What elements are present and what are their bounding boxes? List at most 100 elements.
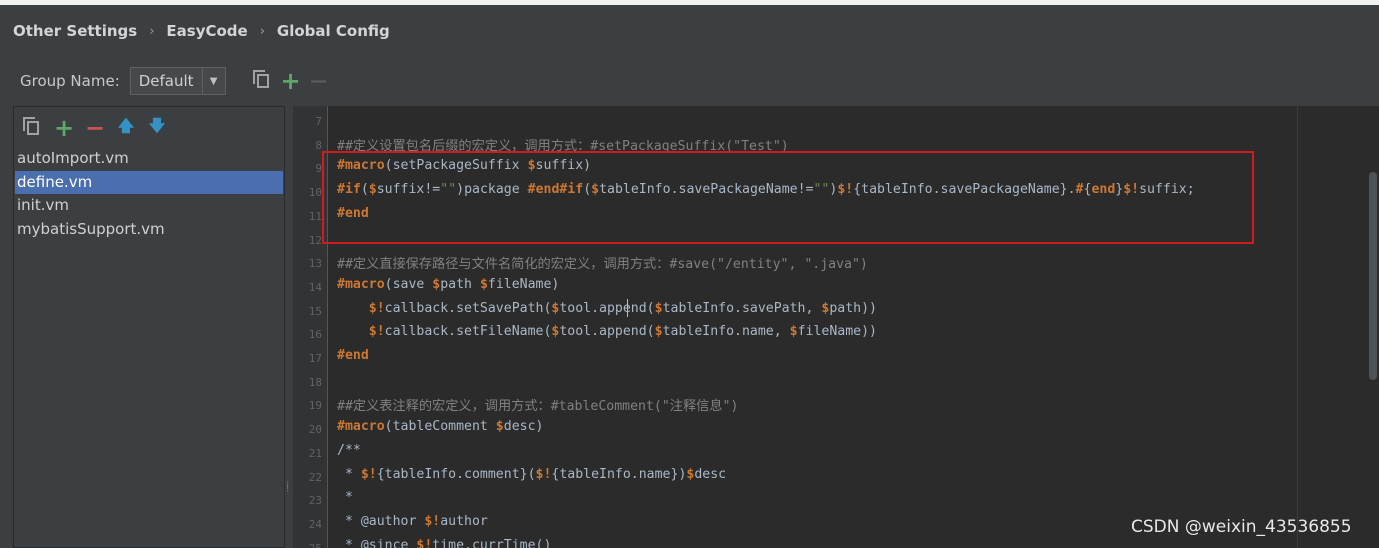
code-token: fileName)	[487, 276, 560, 292]
code-line[interactable]: #end	[337, 348, 369, 363]
template-file-panel: + − 🡅 🡇 autoImport.vm define.vm init.vm …	[13, 106, 285, 548]
line-number: 22	[308, 470, 322, 484]
code-token: *	[337, 490, 353, 506]
code-token: {tableInfo.comment}(	[376, 466, 536, 482]
copy-group-button[interactable]	[252, 70, 274, 92]
text-caret	[627, 299, 628, 317]
file-item-autoimport[interactable]: autoImport.vm	[15, 147, 283, 171]
top-window-strip	[0, 0, 1379, 5]
code-line[interactable]: * $!{tableInfo.comment}($!{tableInfo.nam…	[337, 467, 726, 482]
line-number: 24	[308, 517, 322, 531]
line-number: 15	[308, 304, 322, 318]
code-token: $	[654, 324, 663, 340]
file-toolbar: + − 🡅 🡇	[22, 114, 177, 142]
line-number: 14	[308, 280, 322, 294]
code-token: (save	[384, 276, 433, 292]
group-row: Group Name: Default ▼ + −	[20, 66, 330, 96]
group-name-select[interactable]: Default ▼	[129, 67, 226, 95]
code-token: desc	[694, 466, 727, 482]
splitter-handle[interactable]: ⁝ ⁝	[286, 481, 289, 495]
remove-group-button[interactable]: −	[308, 67, 330, 95]
breadcrumb-other-settings[interactable]: Other Settings	[13, 22, 137, 40]
code-token: * @since	[337, 537, 417, 548]
code-token: tableInfo.name,	[662, 324, 790, 340]
move-down-button[interactable]: 🡇	[146, 116, 168, 139]
code-token: desc)	[503, 419, 544, 435]
code-token: $!	[535, 466, 552, 482]
code-line[interactable]: * @since $!time.currTime()	[337, 538, 551, 548]
line-number: 18	[308, 375, 322, 389]
file-list: autoImport.vm define.vm init.vm mybatisS…	[15, 147, 283, 241]
code-token: $	[654, 300, 663, 316]
code-token: $	[479, 276, 488, 292]
code-line[interactable]: * @author $!author	[337, 514, 488, 529]
watermark: CSDN @weixin_43536855	[1131, 517, 1352, 537]
code-token: path	[440, 276, 480, 292]
code-token: #macro	[337, 276, 385, 292]
breadcrumb-easycode[interactable]: EasyCode	[166, 22, 247, 40]
code-line[interactable]: *	[337, 490, 353, 505]
code-token: tableInfo.savePath,	[662, 300, 822, 316]
group-name-label: Group Name:	[20, 72, 120, 90]
group-name-value: Default	[138, 72, 194, 90]
code-token: fileName))	[797, 324, 877, 340]
copy-file-button[interactable]	[22, 117, 44, 139]
code-line[interactable]: ##定义表注释的宏定义，调用方式：#tableComment("注释信息")	[337, 395, 738, 414]
plus-icon: +	[280, 67, 301, 95]
plus-icon: +	[53, 114, 75, 142]
breadcrumb-global-config: Global Config	[276, 22, 390, 40]
code-token: ##定义直接保存路径与文件名简化的宏定义，调用方式：#save("/entity…	[337, 257, 868, 273]
code-token: callback.setFileName(	[384, 324, 552, 340]
line-number: 23	[308, 494, 322, 508]
code-token: callback.setSavePath(	[384, 300, 552, 316]
code-line[interactable]: ##定义直接保存路径与文件名简化的宏定义，调用方式：#save("/entity…	[337, 253, 868, 272]
chevron-right-icon: ›	[149, 23, 155, 39]
move-up-button[interactable]: 🡅	[115, 115, 137, 139]
minus-icon: −	[84, 114, 106, 142]
code-line[interactable]: $!callback.setFileName($tool.append($tab…	[337, 324, 877, 339]
line-number: 9	[315, 162, 322, 176]
code-token: (tableComment	[384, 419, 496, 435]
copy-icon	[252, 70, 269, 88]
code-token: {tableInfo.name})	[551, 466, 687, 482]
right-margin-guide	[1297, 106, 1298, 548]
code-token: author	[440, 513, 488, 529]
code-token: ##定义表注释的宏定义，调用方式：#tableComment("注释信息")	[337, 399, 739, 415]
code-token: * @author	[337, 513, 425, 529]
file-item-mybatissupport[interactable]: mybatisSupport.vm	[15, 218, 283, 242]
file-item-init[interactable]: init.vm	[15, 194, 283, 218]
minus-icon: −	[308, 67, 329, 95]
line-number: 13	[308, 257, 322, 271]
code-token: tool.append(	[559, 300, 655, 316]
code-token: #macro	[337, 419, 385, 435]
line-number: 21	[308, 446, 322, 460]
add-file-button[interactable]: +	[53, 114, 75, 142]
code-token: $!	[416, 537, 433, 548]
line-number: 12	[308, 233, 322, 247]
file-item-define[interactable]: define.vm	[15, 170, 283, 194]
chevron-down-icon[interactable]: ▼	[201, 68, 225, 94]
code-line[interactable]: $!callback.setSavePath($tool.append($tab…	[337, 301, 877, 316]
code-token: path))	[829, 300, 877, 316]
add-group-button[interactable]: +	[280, 67, 302, 95]
code-token: #end	[337, 348, 369, 363]
code-line[interactable]: /**	[337, 443, 361, 458]
code-token: $!	[360, 466, 377, 482]
line-number: 8	[315, 138, 322, 152]
code-token: $!	[424, 513, 441, 529]
code-token: /**	[337, 442, 361, 458]
line-number: 7	[315, 115, 322, 128]
remove-file-button[interactable]: −	[84, 114, 106, 142]
line-number: 17	[308, 352, 322, 365]
code-line[interactable]: #macro(save $path $fileName)	[337, 277, 559, 292]
code-line[interactable]: #macro(tableComment $desc)	[337, 419, 543, 434]
vertical-scrollbar-thumb[interactable]	[1369, 172, 1377, 380]
code-token: tool.append(	[559, 324, 655, 340]
breadcrumb: Other Settings › EasyCode › Global Confi…	[13, 20, 390, 42]
arrow-up-icon: 🡅	[117, 115, 135, 135]
line-number: 19	[308, 399, 322, 413]
line-number: 10	[308, 186, 322, 200]
code-token: $!	[368, 324, 385, 340]
